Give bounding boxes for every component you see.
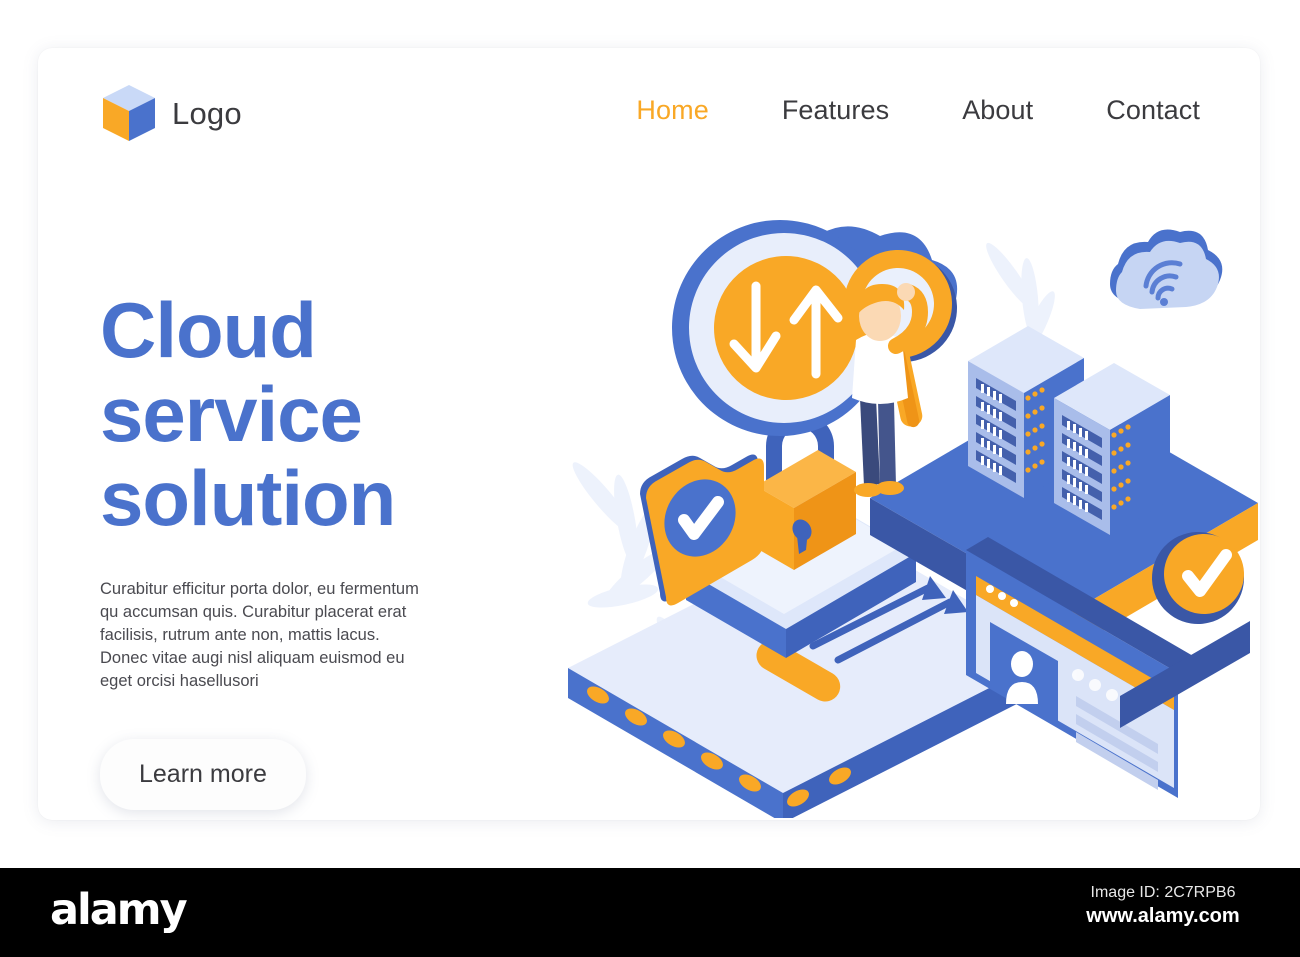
image-id-text: Image ID: 2C7RPB6 xyxy=(1090,884,1236,901)
headline-line-1: Cloud xyxy=(100,286,317,374)
nav-item-home[interactable]: Home xyxy=(636,95,708,126)
screenshot-root: Logo Home Features About Contact Cloud s… xyxy=(0,0,1300,957)
hero-paragraph: Curabitur efficitur porta dolor, eu ferm… xyxy=(100,580,419,690)
alamy-url-text: www.alamy.com xyxy=(1086,905,1240,927)
page-title: Cloud service solution xyxy=(100,288,500,540)
logo[interactable]: Logo xyxy=(100,83,242,145)
landing-page-card: Logo Home Features About Contact Cloud s… xyxy=(38,48,1260,820)
watermark-meta: Image ID: 2C7RPB6 www.alamy.com xyxy=(1048,884,1278,928)
nav-item-contact[interactable]: Contact xyxy=(1106,95,1200,126)
nav-item-features[interactable]: Features xyxy=(782,95,889,126)
server-rack-right xyxy=(1054,363,1170,535)
nav-item-about[interactable]: About xyxy=(962,95,1033,126)
site-header: Logo Home Features About Contact xyxy=(38,48,1260,178)
main-navigation: Home Features About Contact xyxy=(636,95,1200,126)
logo-text: Logo xyxy=(172,96,242,131)
learn-more-button[interactable]: Learn more xyxy=(100,739,306,810)
headline-line-3: solution xyxy=(100,454,396,542)
cube-icon xyxy=(103,85,155,141)
hero-illustration xyxy=(498,198,1258,818)
alamy-logo-text: alamy xyxy=(50,885,188,935)
wifi-cloud-icon xyxy=(1110,229,1223,309)
headline-line-2: service xyxy=(100,370,363,458)
hero-text-column: Cloud service solution Curabitur efficit… xyxy=(100,288,500,810)
